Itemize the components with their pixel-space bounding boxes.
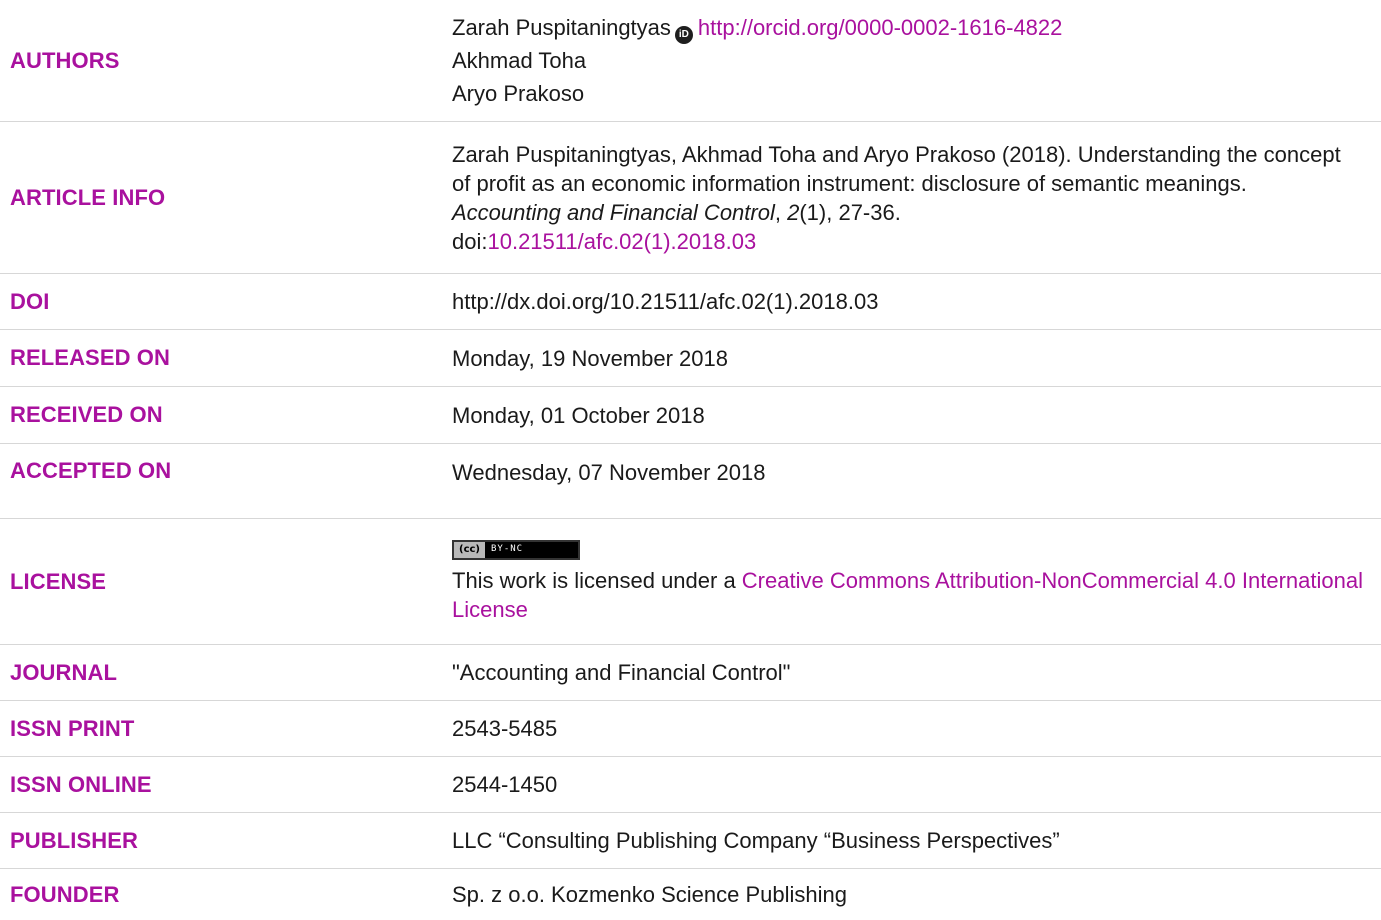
publisher-value: LLC “Consulting Publishing Company “Busi…: [452, 828, 1060, 853]
founder-label: FOUNDER: [10, 881, 120, 907]
authors-list: Zarah Puspitaningtyas iD http://orcid.org/…: [452, 0, 1381, 121]
row-authors: AUTHORS Zarah Puspitaningtyas iD http://or…: [0, 0, 1381, 122]
issn-online-label: ISSN ONLINE: [10, 771, 152, 797]
doi-value: http://dx.doi.org/10.21511/afc.02(1).201…: [452, 289, 879, 314]
released-value: Monday, 19 November 2018: [452, 345, 728, 371]
article-info-table: AUTHORS Zarah Puspitaningtyas iD http://or…: [0, 0, 1381, 920]
row-doi: DOI http://dx.doi.org/10.21511/afc.02(1)…: [0, 274, 1381, 330]
license-text: This work is licensed under a Creative C…: [452, 566, 1371, 624]
author-item: Zarah Puspitaningtyas iD http://orcid.org/…: [452, 11, 1381, 44]
row-received: RECEIVED ON Monday, 01 October 2018: [0, 387, 1381, 444]
license-intro: This work is licensed under a: [452, 567, 742, 593]
received-label: RECEIVED ON: [10, 402, 163, 427]
accepted-value: Wednesday, 07 November 2018: [452, 460, 766, 485]
license-value: (cc) BY-NC This work is licensed under a…: [452, 519, 1381, 644]
orcid-icon[interactable]: iD: [674, 26, 693, 44]
citation-authors-title: Zarah Puspitaningtyas, Akhmad Toha and A…: [452, 141, 1341, 196]
issn-online-value: 2544-1450: [452, 772, 558, 797]
row-article-info: ARTICLE INFO Zarah Puspitaningtyas, Akhm…: [0, 122, 1381, 274]
authors-label: AUTHORS: [10, 47, 120, 73]
citation-text: Zarah Puspitaningtyas, Akhmad Toha and A…: [452, 140, 1361, 256]
accepted-label: ACCEPTED ON: [10, 458, 172, 483]
row-publisher: PUBLISHER LLC “Consulting Publishing Com…: [0, 813, 1381, 869]
citation-doi-prefix: doi:: [452, 228, 488, 254]
issn-print-value: 2543-5485: [452, 716, 558, 741]
cc-icon: (cc): [454, 541, 485, 558]
founder-value: Sp. z o.o. Kozmenko Science Publishing: [452, 882, 848, 907]
by-nc-icon: BY-NC: [491, 544, 524, 554]
row-license: LICENSE (cc) BY-NC This work is licensed…: [0, 519, 1381, 645]
journal-value: "Accounting and Financial Control": [452, 660, 791, 685]
orcid-link[interactable]: http://orcid.org/0000-0002-1616-4822: [698, 15, 1062, 40]
released-label: RELEASED ON: [10, 345, 171, 370]
author-item: Aryo Prakoso: [452, 81, 585, 106]
citation-doi-link[interactable]: 10.21511/afc.02(1).2018.03: [487, 229, 756, 254]
doi-label: DOI: [10, 288, 50, 314]
license-label: LICENSE: [10, 568, 107, 594]
citation-separator: ,: [774, 199, 788, 225]
received-value: Monday, 01 October 2018: [452, 402, 705, 428]
cc-license-badge[interactable]: (cc) BY-NC: [452, 539, 580, 560]
row-issn-print: ISSN PRINT 2543-5485: [0, 701, 1381, 757]
author-name: Zarah Puspitaningtyas: [452, 15, 671, 40]
row-released: RELEASED ON Monday, 19 November 2018: [0, 330, 1381, 387]
row-journal: JOURNAL "Accounting and Financial Contro…: [0, 645, 1381, 701]
author-item: Akhmad Toha: [452, 48, 587, 73]
citation-volume: 2: [787, 199, 800, 225]
issn-print-label: ISSN PRINT: [10, 715, 135, 741]
citation-journal: Accounting and Financial Control: [452, 199, 775, 225]
row-founder: FOUNDER Sp. z o.o. Kozmenko Science Publ…: [0, 869, 1381, 920]
citation: Zarah Puspitaningtyas, Akhmad Toha and A…: [452, 122, 1381, 273]
publisher-label: PUBLISHER: [10, 827, 139, 853]
row-issn-online: ISSN ONLINE 2544-1450: [0, 757, 1381, 813]
journal-label: JOURNAL: [10, 659, 118, 685]
citation-issue-pages: (1), 27-36.: [799, 199, 901, 225]
article-info-label: ARTICLE INFO: [10, 184, 166, 210]
row-accepted: ACCEPTED ON Wednesday, 07 November 2018: [0, 444, 1381, 519]
